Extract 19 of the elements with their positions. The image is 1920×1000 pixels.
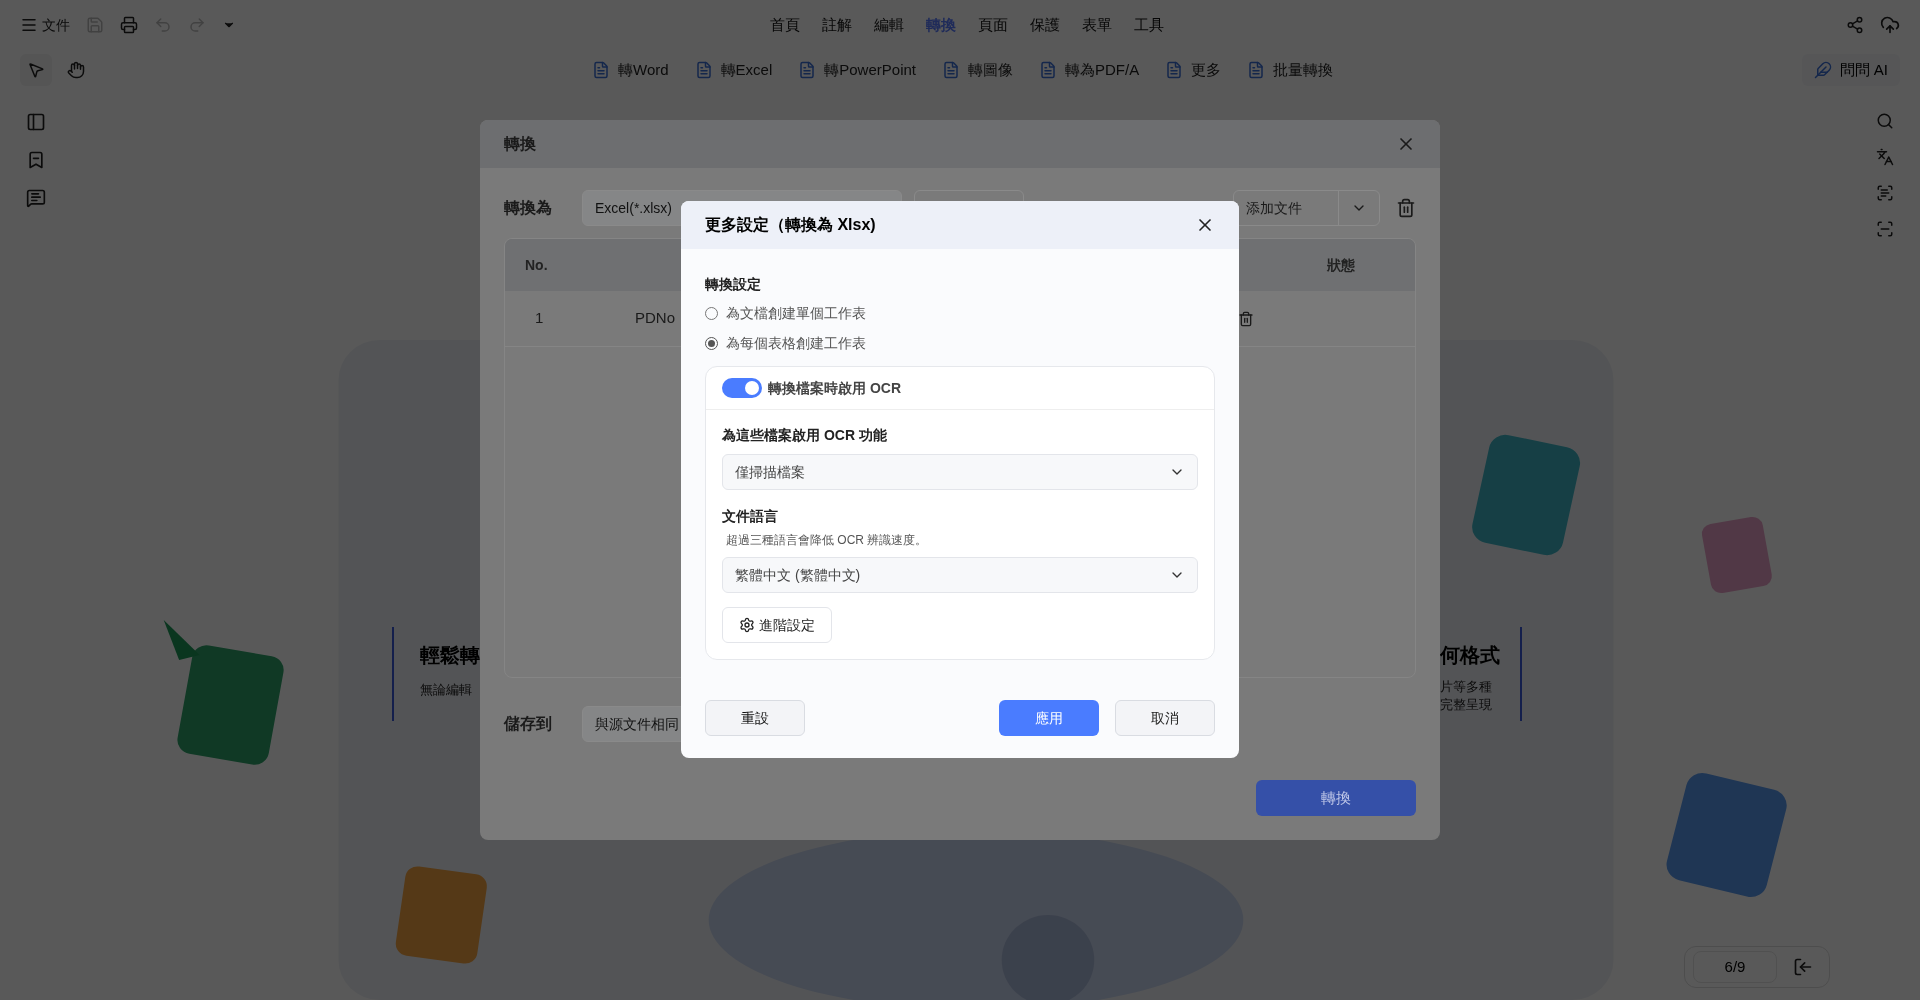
page-text: 片等多種 bbox=[1440, 678, 1492, 696]
column-header: No. bbox=[525, 255, 548, 275]
column-header: 狀態 bbox=[1327, 255, 1355, 275]
section-title: 轉換設定 bbox=[705, 275, 762, 294]
table-cell-text: 1 bbox=[535, 308, 545, 329]
toggle-label: 轉換檔案時啟用 OCR bbox=[768, 378, 901, 398]
table-cell-text: PDNo bbox=[635, 308, 675, 329]
field-label: 轉換為 bbox=[504, 198, 553, 218]
hint-text: 超過三種語言會降低 OCR 辨識速度。 bbox=[726, 532, 929, 549]
field-label: 文件語言 bbox=[722, 507, 779, 526]
page-text: 完整呈現 bbox=[1440, 696, 1492, 714]
dialog-title: 更多設定（轉換為 Xlsx) bbox=[705, 215, 876, 235]
page-number: 6/9 bbox=[1693, 950, 1777, 983]
page-headline: 何格式 bbox=[1440, 643, 1500, 668]
page-text: 無論編輯 bbox=[420, 681, 472, 699]
dialog-title: 轉換 bbox=[504, 134, 536, 154]
page-headline: 輕鬆轉 bbox=[420, 643, 480, 668]
field-label: 為這些檔案啟用 OCR 功能 bbox=[722, 426, 888, 445]
field-label: 儲存到 bbox=[504, 714, 553, 734]
